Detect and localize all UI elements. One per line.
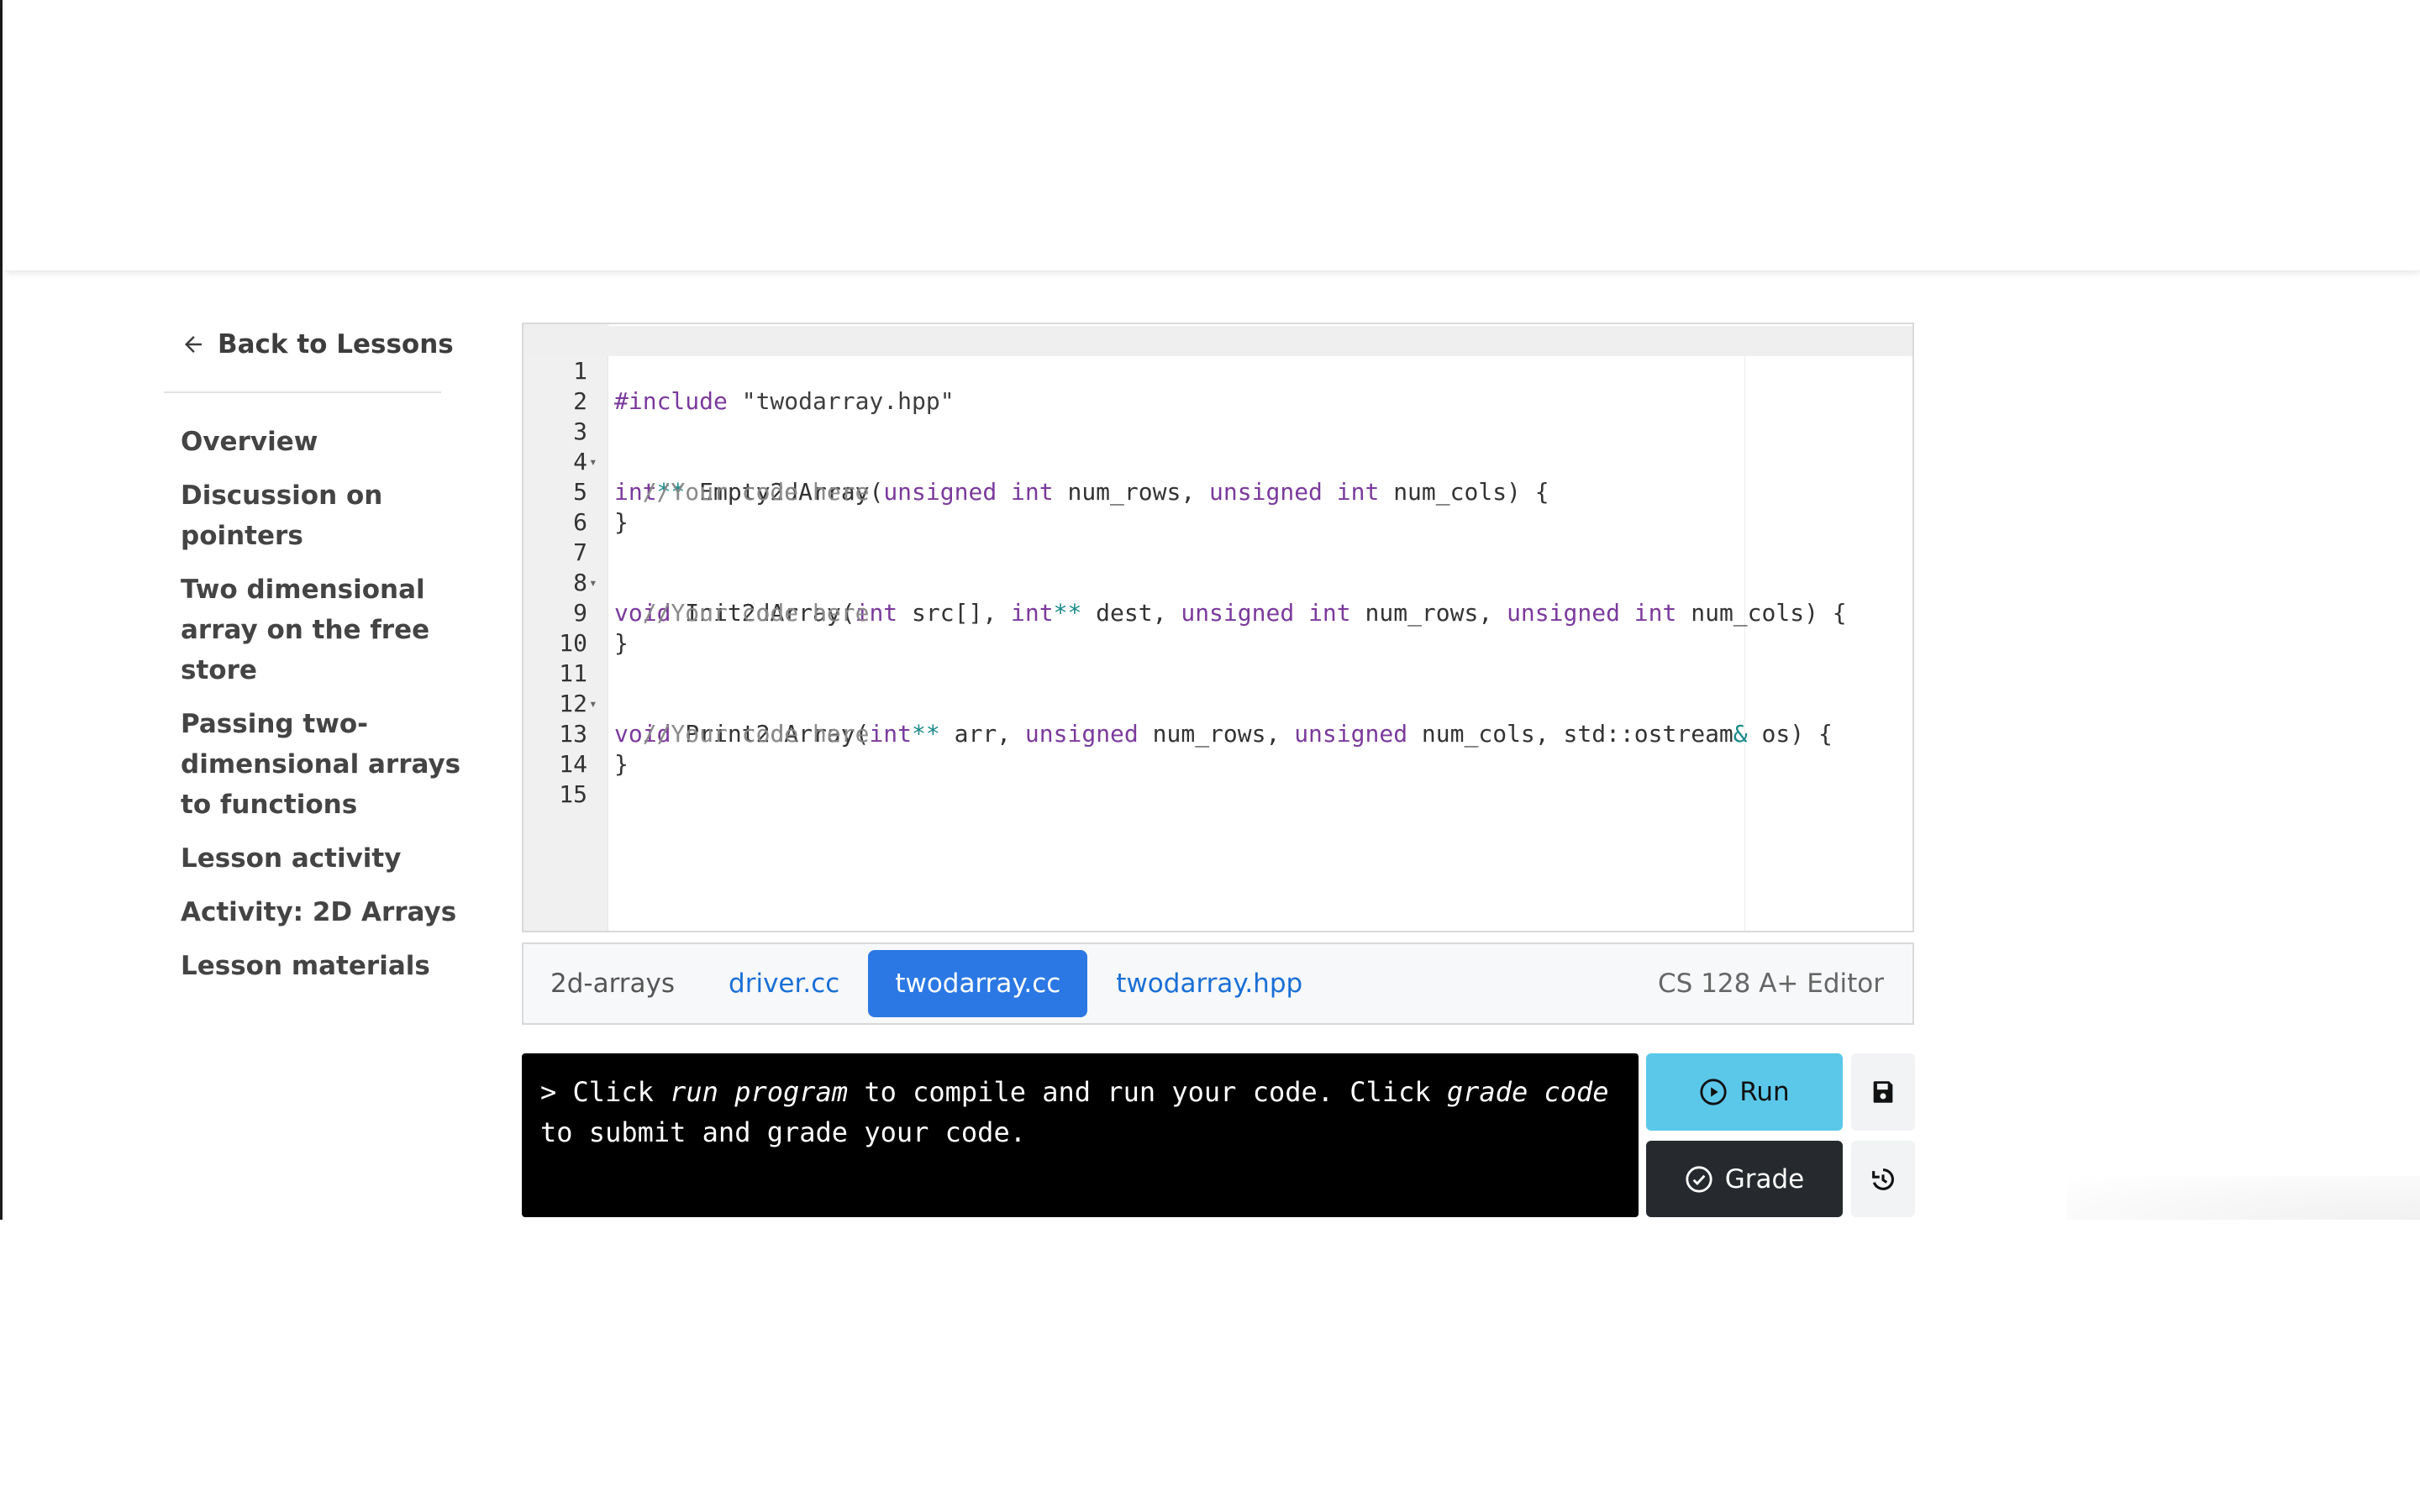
code-line: 6 [523, 477, 1912, 536]
code-line: 1 #include "twodarray.hpp" [523, 326, 1912, 415]
sidebar-divider [164, 391, 441, 393]
arrow-left-icon [185, 336, 202, 353]
console-text: grade code [1446, 1076, 1609, 1108]
tab-twodarray-hpp[interactable]: twodarray.hpp [1089, 950, 1329, 1017]
nav-item-passing-arrays[interactable]: Passing two-dimensional arrays to functi… [181, 704, 483, 825]
empty-lower-area [0, 1220, 2420, 1512]
code-line: 13 } [523, 689, 1912, 778]
history-icon [1872, 1168, 1894, 1190]
back-to-lessons-link[interactable]: Back to Lessons [181, 319, 483, 370]
save-icon [1873, 1081, 1893, 1103]
nav-item-discussion-on-pointers[interactable]: Discussion on pointers [181, 475, 483, 556]
nav-item-overview[interactable]: Overview [181, 422, 483, 462]
code-line: 8 //Your code here [523, 538, 1912, 627]
code-line: 12 //Your code here [523, 659, 1912, 748]
code-line: 2 [523, 356, 1912, 415]
file-tab-bar: 2d-arrays driver.cc twodarray.cc twodarr… [522, 942, 1914, 1025]
history-button[interactable] [1851, 1141, 1915, 1217]
lesson-sidebar: Back to Lessons Overview Discussion on p… [164, 319, 483, 1000]
code-line: 9 } [523, 568, 1912, 657]
code-line: 7 ▾ void Init2dArray(int src[], int** de… [523, 507, 1912, 627]
check-circle-icon [1686, 1165, 1712, 1193]
code-line: 11 ▾ void Print2dArray(int** arr, unsign… [523, 628, 1912, 748]
console-text: to compile and run your code. Click [848, 1076, 1447, 1108]
grade-button-label: Grade [1724, 1163, 1805, 1194]
nav-item-lesson-activity[interactable]: Lesson activity [181, 838, 483, 879]
console-text: > Click [540, 1076, 671, 1108]
code-editor[interactable]: 1 #include "twodarray.hpp" 2 3 ▾ int** E… [522, 323, 1914, 932]
tab-driver-cc[interactable]: driver.cc [702, 950, 866, 1017]
nav-item-lesson-materials[interactable]: Lesson materials [181, 946, 483, 986]
code-line: 3 ▾ int** Empty2dArray(unsigned int num_… [523, 386, 1912, 506]
top-header [3, 0, 2420, 271]
save-button[interactable] [1851, 1053, 1915, 1131]
run-button[interactable]: Run [1646, 1053, 1843, 1131]
code-line: 15 [523, 749, 1912, 808]
line-number: 15 [559, 780, 587, 808]
editor-brand: CS 128 A+ Editor [1658, 969, 1884, 999]
play-circle-icon [1700, 1079, 1727, 1105]
nav-item-activity-2d-arrays[interactable]: Activity: 2D Arrays [181, 892, 483, 932]
code-line: 14 [523, 719, 1912, 778]
run-button-label: Run [1739, 1077, 1790, 1107]
lesson-nav: Overview Discussion on pointers Two dime… [181, 422, 483, 986]
decorative-shadow [2067, 1176, 2420, 1220]
code-lines: 1 #include "twodarray.hpp" 2 3 ▾ int** E… [523, 326, 1912, 808]
console-output: > Click run program to compile and run y… [522, 1053, 1639, 1217]
back-to-lessons-label: Back to Lessons [218, 329, 454, 360]
app-window: Back to Lessons Overview Discussion on p… [0, 0, 2420, 1220]
nav-item-two-dimensional-array[interactable]: Two dimensional array on the free store [181, 570, 483, 690]
code-line: 5 } [523, 447, 1912, 536]
code-line: 10 [523, 598, 1912, 657]
console-text: to submit and grade your code. [540, 1116, 1026, 1148]
tab-twodarray-cc[interactable]: twodarray.cc [868, 950, 1088, 1017]
project-name: 2d-arrays [550, 969, 676, 999]
console-text: run program [670, 1076, 849, 1108]
grade-button[interactable]: Grade [1646, 1141, 1843, 1217]
code-line: 4 //Your code here [523, 417, 1912, 506]
